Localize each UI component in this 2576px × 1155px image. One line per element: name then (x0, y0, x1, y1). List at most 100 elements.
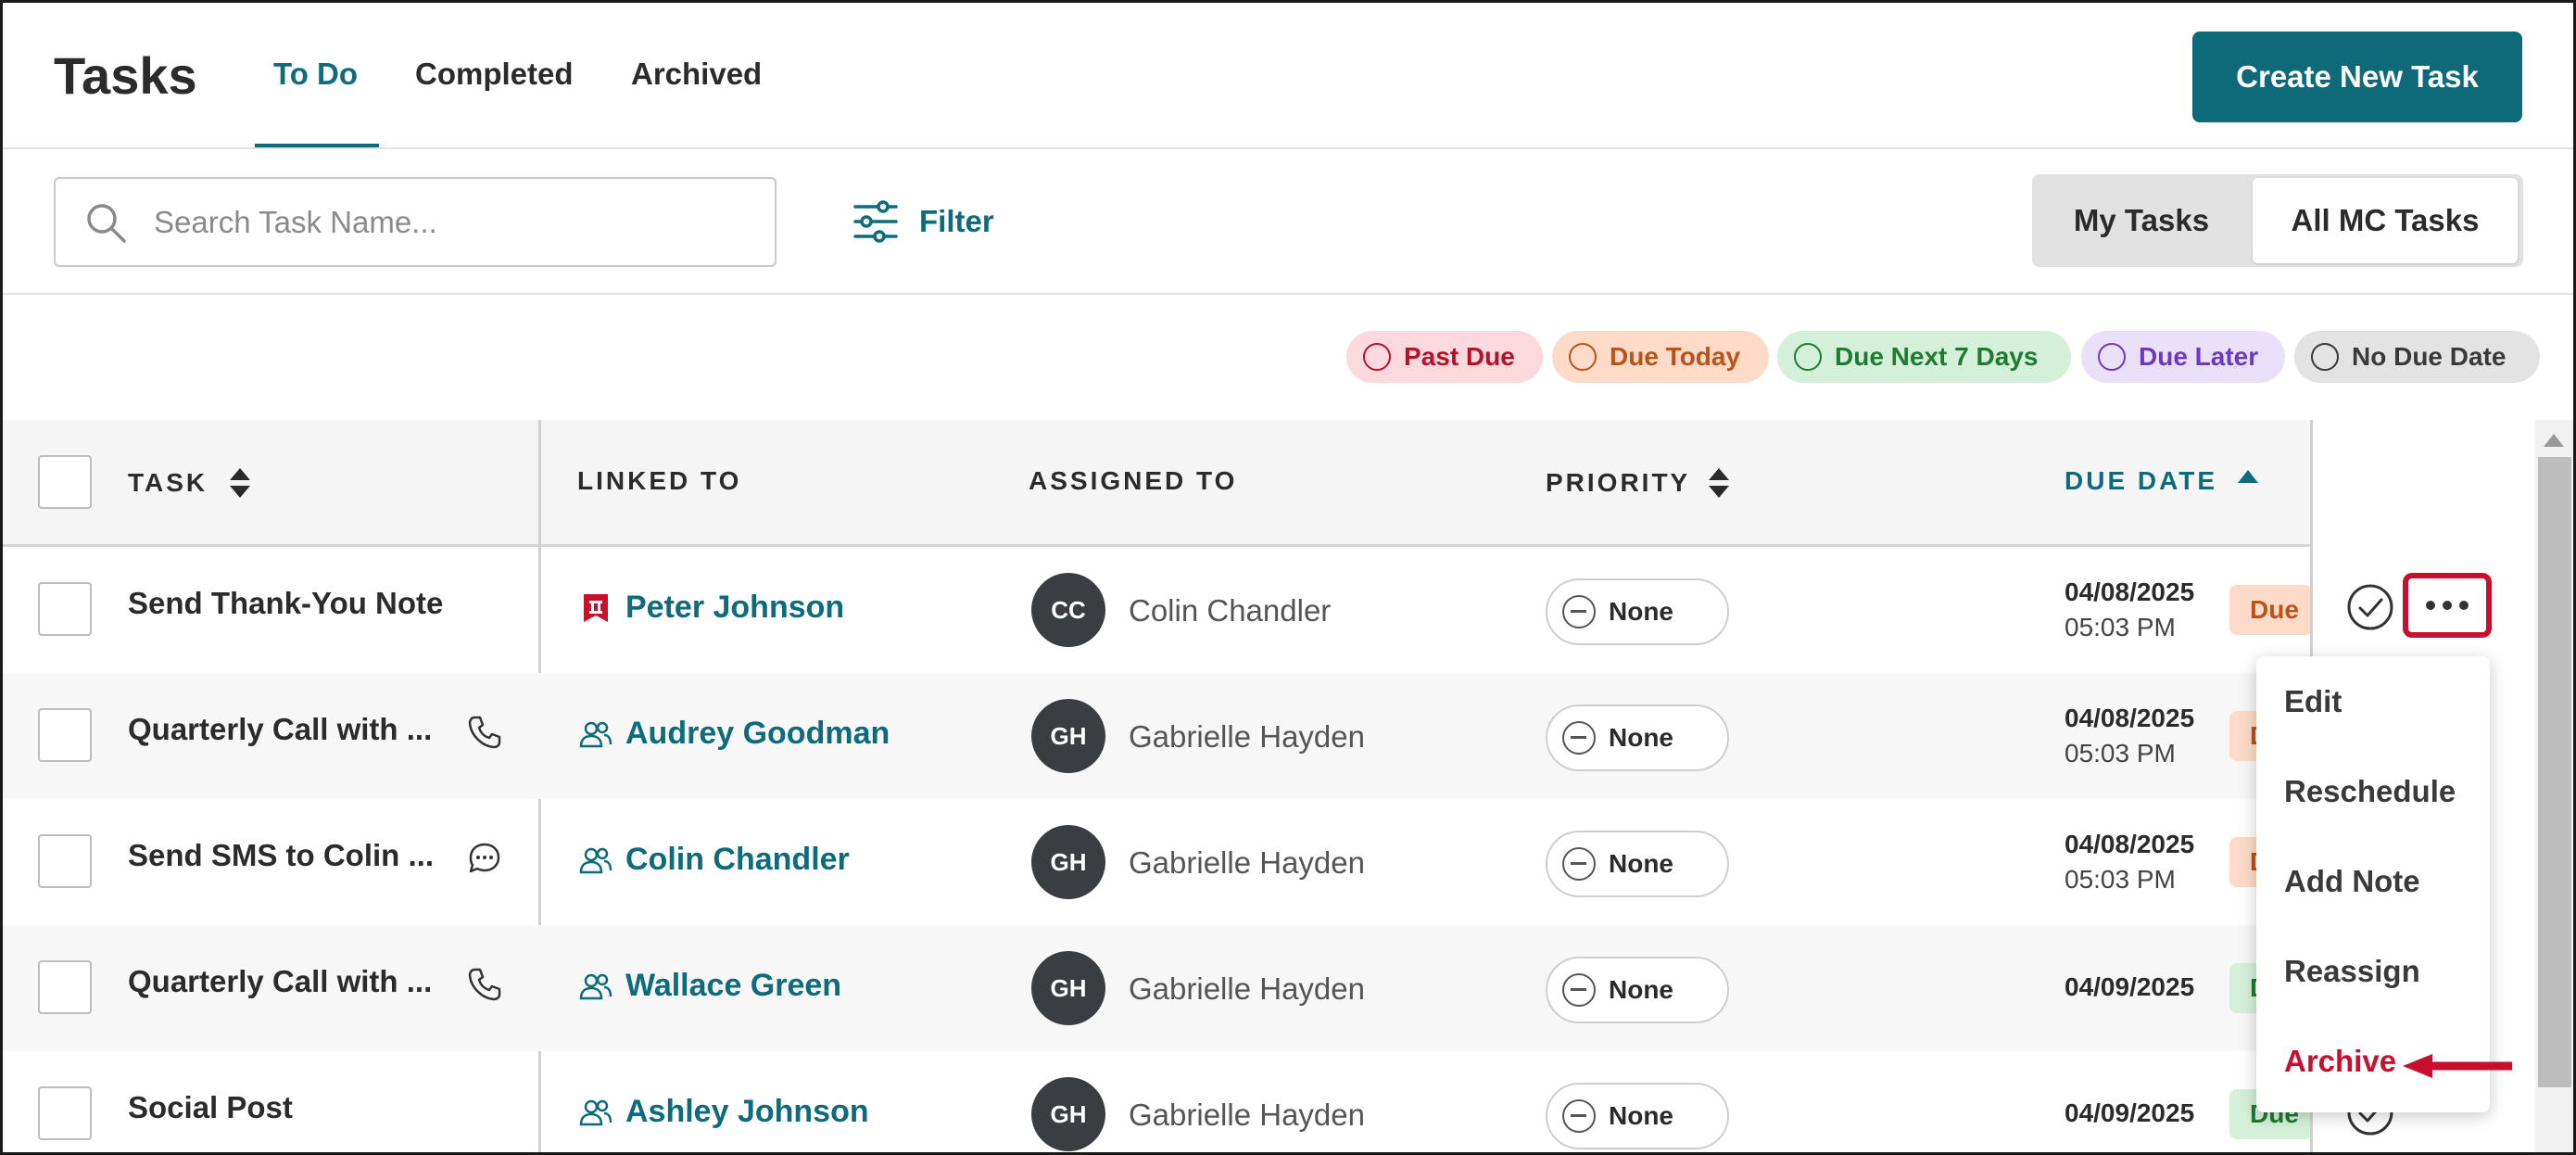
tab-to-do[interactable]: To Do (273, 57, 358, 92)
menu-item-archive[interactable]: Archive (2284, 1044, 2396, 1079)
table-row[interactable]: Send SMS to Colin ... Colin Chandler GH … (3, 799, 2532, 925)
column-label: DUE DATE (2065, 466, 2218, 495)
my-tasks-option[interactable]: My Tasks (2032, 174, 2251, 267)
legend-due-later: Due Later (2081, 331, 2285, 383)
menu-item-add-note[interactable]: Add Note (2284, 864, 2420, 899)
task-name[interactable]: Social Post (128, 1090, 293, 1125)
due-date-value: 04/08/2025 (2065, 830, 2195, 858)
task-scope-toggle: My Tasks All MC Tasks (2032, 174, 2523, 267)
linked-contact-link[interactable]: Audrey Goodman (579, 716, 890, 752)
due-date-value: 04/09/2025 (2065, 972, 2195, 1001)
linked-contact-link[interactable]: Peter Johnson (579, 590, 844, 626)
row-actions-menu: Edit Reschedule Add Note Reassign Archiv… (2256, 656, 2490, 1112)
linked-name: Wallace Green (625, 968, 842, 1003)
active-tab-indicator (255, 144, 379, 147)
sort-icon (230, 468, 251, 498)
priority-pill[interactable]: None (1546, 1083, 1729, 1149)
table-row[interactable]: Social Post Ashley Johnson GH Gabrielle … (3, 1051, 2532, 1152)
search-input[interactable] (154, 204, 728, 240)
assignee-name: Gabrielle Hayden (1129, 719, 1365, 754)
task-name[interactable]: Send Thank-You Note (128, 586, 443, 621)
avatar: GH (1031, 1077, 1105, 1151)
tab-completed[interactable]: Completed (415, 57, 574, 92)
legend-past-due: Past Due (1346, 331, 1543, 383)
complete-check-icon[interactable] (2345, 582, 2395, 632)
people-icon (579, 721, 612, 747)
column-task[interactable]: TASK (128, 466, 252, 500)
filter-label: Filter (919, 204, 994, 238)
legend-label: Past Due (1404, 342, 1515, 371)
scroll-up-icon[interactable] (2544, 434, 2564, 447)
avatar: GH (1031, 699, 1105, 773)
status-chip: Due (2229, 585, 2313, 635)
all-mc-tasks-option[interactable]: All MC Tasks (2253, 178, 2518, 263)
linked-contact-link[interactable]: Ashley Johnson (579, 1094, 869, 1130)
menu-item-reassign[interactable]: Reassign (2284, 954, 2420, 989)
linked-contact-link[interactable]: Colin Chandler (579, 842, 850, 878)
dot (2459, 601, 2469, 610)
pointer-arrow-icon (2403, 1054, 2512, 1078)
table-header: TASK LINKED TO ASSIGNED TO PRIORITY DUE … (3, 420, 2532, 547)
priority-pill[interactable]: None (1546, 957, 1729, 1023)
row-checkbox[interactable] (38, 960, 92, 1014)
sort-icon (1709, 468, 1730, 498)
column-priority[interactable]: PRIORITY (1546, 466, 1731, 500)
filter-button[interactable]: Filter (852, 196, 994, 248)
linked-contact-link[interactable]: Wallace Green (579, 968, 841, 1004)
linked-name: Ashley Johnson (625, 1094, 869, 1129)
legend-due-next-7-days: Due Next 7 Days (1777, 331, 2071, 383)
task-name[interactable]: Send SMS to Colin ... (128, 838, 434, 873)
row-checkbox[interactable] (38, 834, 92, 888)
priority-label: None (1609, 723, 1673, 752)
table-row[interactable]: Send Thank-You Note Peter Johnson CC Col… (3, 547, 2532, 673)
circle-icon (2098, 343, 2126, 371)
table-row[interactable]: Quarterly Call with ... Wallace Green GH… (3, 925, 2532, 1051)
priority-label: None (1609, 849, 1673, 878)
avatar: GH (1031, 951, 1105, 1025)
table-row[interactable]: Quarterly Call with ... Audrey Goodman G… (3, 673, 2532, 799)
avatar: GH (1031, 825, 1105, 899)
select-all-checkbox[interactable] (38, 455, 92, 509)
row-checkbox[interactable] (38, 582, 92, 636)
task-name[interactable]: Quarterly Call with ... (128, 712, 432, 747)
create-new-task-button[interactable]: Create New Task (2192, 32, 2522, 122)
due-date-value: 04/08/2025 (2065, 704, 2195, 732)
row-checkbox[interactable] (38, 708, 92, 762)
minus-circle-icon (1562, 1099, 1596, 1133)
circle-icon (1569, 343, 1597, 371)
task-name[interactable]: Quarterly Call with ... (128, 964, 432, 999)
assignee-name: Gabrielle Hayden (1129, 845, 1365, 880)
menu-item-reschedule[interactable]: Reschedule (2284, 774, 2456, 809)
column-due-date[interactable]: DUE DATE (2065, 466, 2260, 496)
legend-label: Due Today (1610, 342, 1741, 371)
priority-label: None (1609, 597, 1673, 626)
minus-circle-icon (1562, 973, 1596, 1007)
priority-pill[interactable]: None (1546, 578, 1729, 645)
legend-label: No Due Date (2352, 342, 2507, 371)
menu-item-edit[interactable]: Edit (2284, 684, 2342, 719)
circle-icon (2311, 343, 2339, 371)
toolbar: Filter My Tasks All MC Tasks (3, 149, 2573, 295)
legend-label: Due Later (2139, 342, 2259, 371)
priority-pill[interactable]: None (1546, 704, 1729, 771)
row-checkbox[interactable] (38, 1086, 92, 1140)
people-icon (579, 847, 612, 873)
legend-due-today: Due Today (1552, 331, 1769, 383)
search-box[interactable] (54, 177, 777, 267)
priority-pill[interactable]: None (1546, 831, 1729, 897)
search-icon (87, 203, 126, 243)
tab-archived[interactable]: Archived (631, 57, 762, 92)
sort-ascending-icon (2238, 470, 2259, 483)
column-label: PRIORITY (1546, 468, 1691, 497)
scrollbar-thumb[interactable] (2538, 457, 2571, 1087)
assignee-name: Gabrielle Hayden (1129, 1098, 1365, 1132)
due-date-value: 04/09/2025 (2065, 1098, 2195, 1127)
people-icon (579, 1099, 612, 1125)
chat-bubble-icon (469, 843, 500, 873)
priority-label: None (1609, 975, 1673, 1004)
minus-circle-icon (1562, 595, 1596, 628)
more-actions-button[interactable] (2403, 573, 2492, 638)
filter-sliders-icon (853, 200, 898, 243)
linked-name: Peter Johnson (625, 590, 845, 625)
circle-icon (1794, 343, 1822, 371)
